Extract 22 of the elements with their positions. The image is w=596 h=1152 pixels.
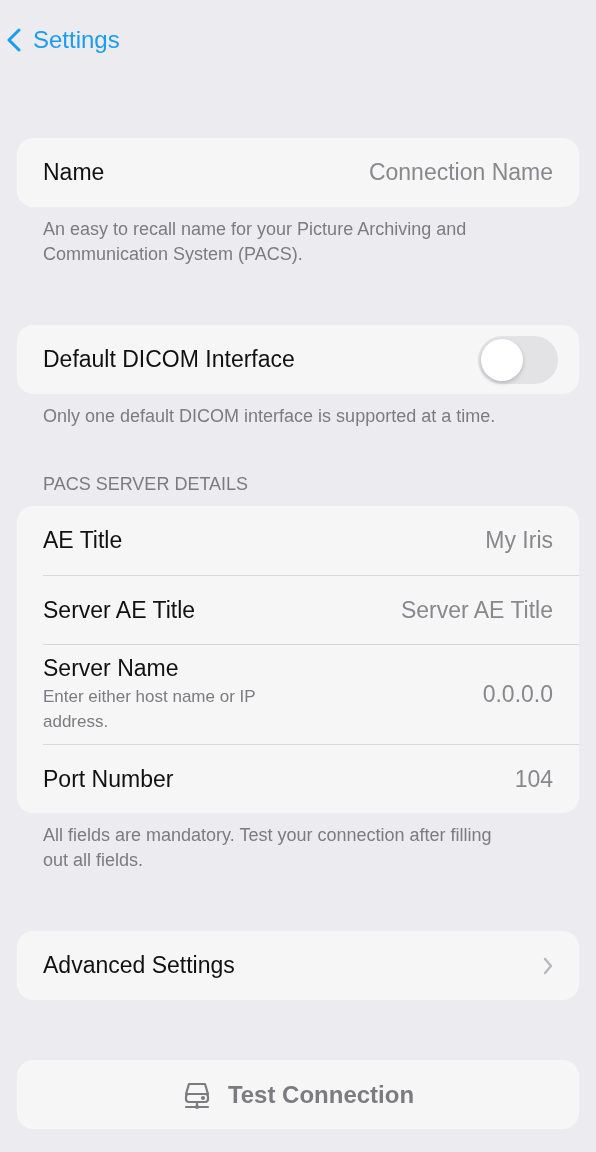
back-chevron-icon [7, 28, 21, 52]
settings-row[interactable]: Advanced Settings [17, 931, 579, 1000]
section-footer: Only one default DICOM interface is supported at a time. [17, 394, 539, 429]
text-field[interactable]: Connection Name [293, 159, 553, 186]
text-field[interactable]: Server AE Title [293, 596, 553, 624]
row-hint: Enter either host name or IP address. [43, 686, 257, 733]
text-field[interactable]: My Iris [293, 527, 553, 554]
row-label: Advanced Settings [43, 952, 235, 979]
text-field[interactable]: 0.0.0.0 [293, 681, 553, 708]
text-field[interactable]: 104 [293, 765, 553, 793]
toggle-switch[interactable] [478, 335, 558, 384]
section-footer: An easy to recall name for your Picture Archiving and Communication System (PACS). [17, 207, 539, 267]
row-label: Default DICOM Interface [43, 346, 295, 373]
back-button[interactable]: Settings [7, 26, 120, 54]
row-label: Name [43, 159, 105, 186]
section-header: PACS SERVER DETAILS [42, 474, 250, 496]
row-label: Port Number [43, 765, 174, 793]
section-footer: All fields are mandatory. Test your connection after filling out all fields. [17, 813, 539, 873]
row-label: AE Title [43, 527, 123, 554]
chevron-icon [543, 956, 553, 975]
row-label: Server AE Title [43, 596, 196, 624]
row-label: Server Name [43, 655, 180, 682]
